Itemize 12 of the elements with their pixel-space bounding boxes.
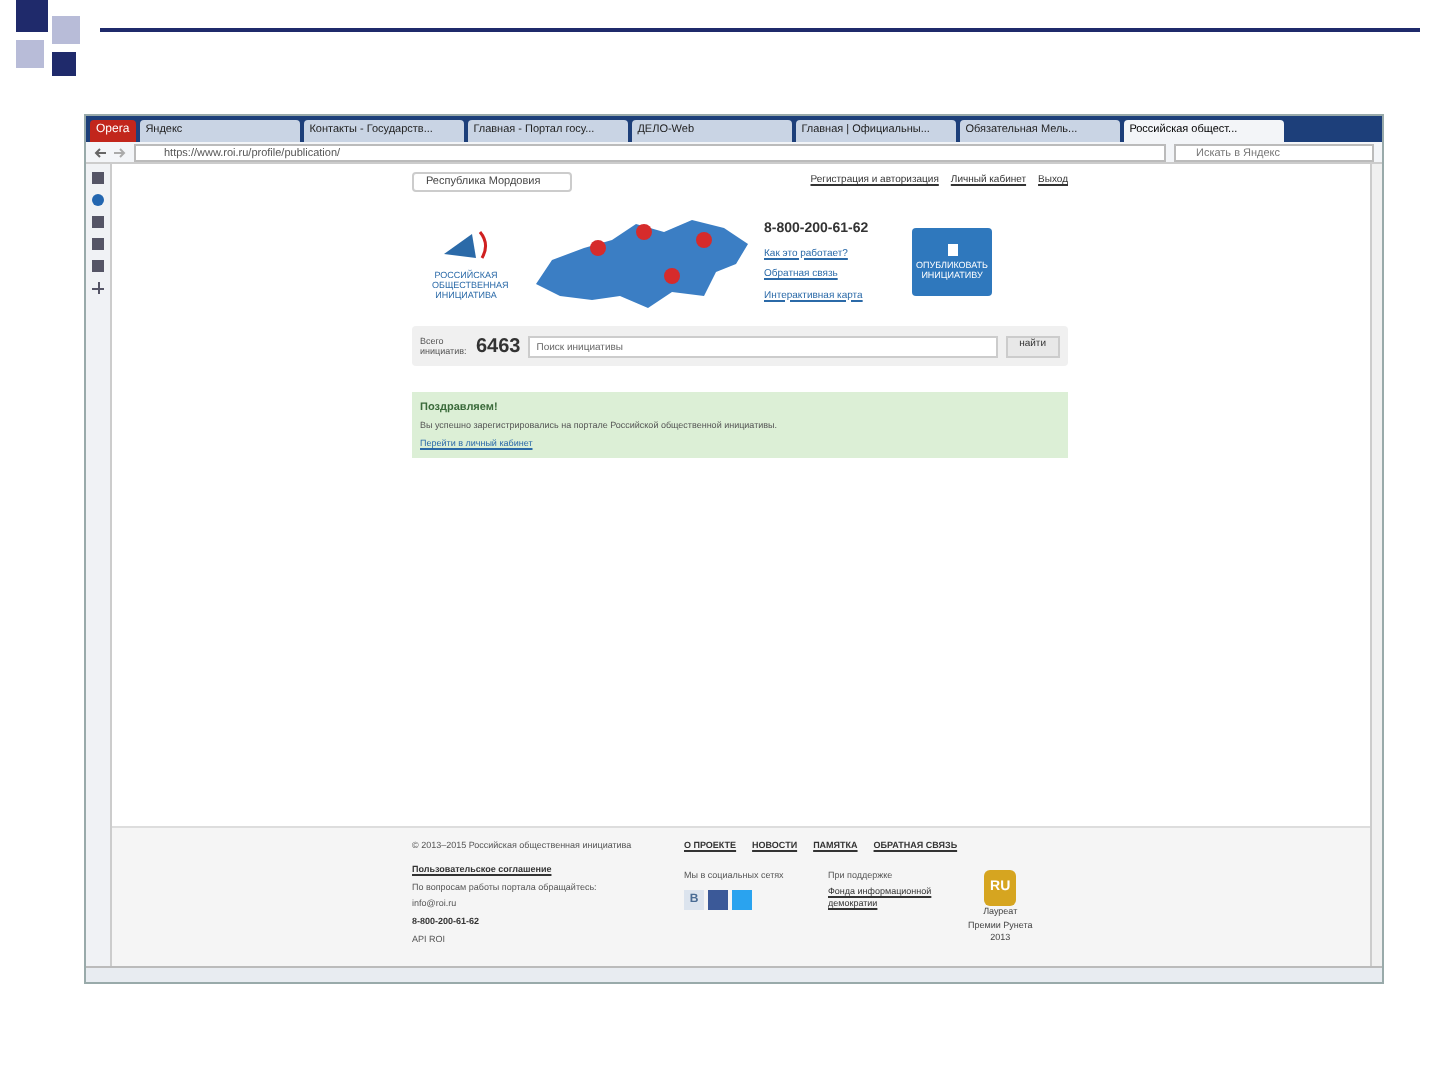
scrollbar[interactable]	[1370, 164, 1382, 966]
back-icon[interactable]	[94, 147, 106, 157]
forward-icon[interactable]	[114, 147, 126, 157]
document-icon	[947, 244, 957, 256]
corner-decoration	[16, 0, 48, 32]
plus-icon[interactable]	[92, 282, 104, 294]
total-count: 6463	[476, 333, 521, 361]
globe-icon[interactable]	[92, 194, 104, 206]
corner-decoration	[16, 40, 44, 68]
corner-decoration	[52, 16, 80, 44]
facebook-icon[interactable]	[708, 889, 728, 909]
corner-decoration	[52, 52, 76, 76]
